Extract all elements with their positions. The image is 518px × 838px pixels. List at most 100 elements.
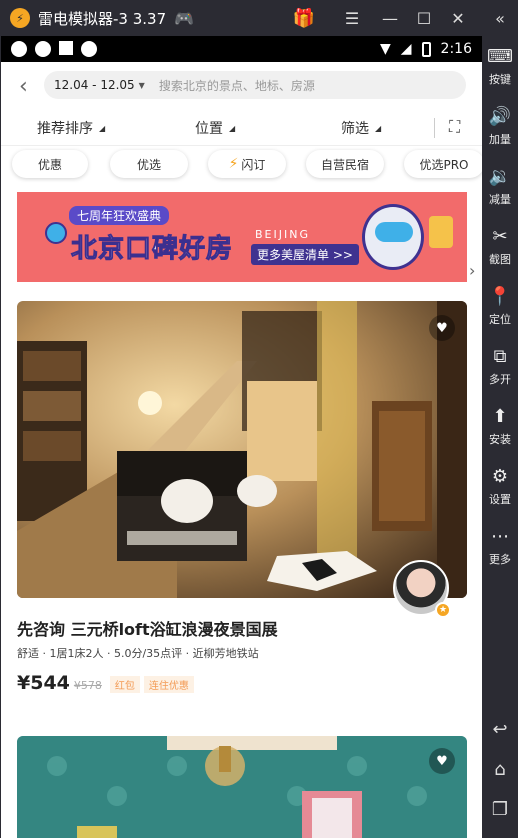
listing-title[interactable]: 先咨询 三元桥loft浴缸浪漫夜景国展	[17, 616, 278, 640]
listing-photo[interactable]: ♥	[17, 301, 467, 598]
notification-icon	[81, 41, 97, 57]
price-row: ¥544 ¥578 红包 连住优惠	[17, 672, 194, 694]
filter-dropdown[interactable]: 筛选 ◢	[341, 118, 381, 138]
home-nav-icon[interactable]: ⌂	[482, 751, 518, 787]
gear-icon: ⚙	[491, 465, 509, 487]
filter-bar: 推荐排序 ◢ 位置 ◢ 筛选 ◢ ⛶	[1, 110, 482, 146]
sidebar-location[interactable]: 📍 定位	[482, 276, 518, 336]
chip-discount[interactable]: 优惠	[12, 150, 88, 178]
status-time: 2:16	[440, 41, 472, 57]
chip-selected[interactable]: 优选	[110, 150, 188, 178]
emulator-titlebar: ⚡ 雷电模拟器-3 3.37 🎮 🎁 ☰ — ☐ ✕	[0, 0, 482, 36]
recent-apps-icon[interactable]: ❐	[482, 791, 518, 827]
search-header: ‹ 12.04 - 12.05 ▼ 搜索北京的景点、地标、房源	[1, 62, 482, 110]
listing-photo-2[interactable]: ♥	[17, 736, 467, 838]
triangle-icon: ◢	[99, 123, 106, 133]
collapse-sidebar-icon[interactable]: «	[482, 0, 518, 36]
emulator-sidebar: « ⌨ 按键 🔊 加量 🔉 减量 ✂ 截图 📍 定位 ⧉ 多开 ⬆ 安装 ⚙ 设…	[482, 0, 518, 838]
location-label: 位置	[195, 121, 223, 137]
listing-meta: 舒适 · 1居1床2人 · 5.0分/35点评 · 近柳芳地铁站	[17, 647, 259, 660]
volume-up-icon: 🔊	[488, 105, 512, 127]
battery-icon	[421, 41, 431, 57]
date-range[interactable]: 12.04 - 12.05	[54, 78, 135, 92]
cat-mascot-icon	[45, 222, 67, 244]
promo-banner[interactable]: 七周年狂欢盛典 北京口碑好房 BEIJING 更多美屋清单 >>	[17, 192, 467, 282]
filter-label: 筛选	[341, 121, 369, 137]
maximize-button[interactable]: ☐	[412, 6, 436, 30]
location-filter[interactable]: 位置 ◢	[195, 118, 235, 138]
sidebar-more[interactable]: ⋯ 更多	[482, 516, 518, 576]
sort-label: 推荐排序	[37, 121, 93, 137]
chip-flash-book[interactable]: ⚡ 闪订	[208, 150, 286, 178]
more-icon: ⋯	[491, 525, 509, 547]
sidebar-install[interactable]: ⬆ 安装	[482, 396, 518, 456]
sidebar-multi-instance[interactable]: ⧉ 多开	[482, 336, 518, 396]
fries-icon	[429, 216, 453, 248]
listing-old-price: ¥578	[73, 679, 102, 692]
close-button[interactable]: ✕	[446, 6, 470, 30]
banner-button[interactable]: 更多美屋清单 >>	[251, 244, 359, 265]
triangle-icon: ◢	[375, 123, 382, 133]
chip-label: 自营民宿	[320, 157, 369, 172]
sidebar-label: 按键	[489, 72, 511, 86]
gift-icon[interactable]: 🎁	[292, 6, 316, 30]
chip-selected-pro[interactable]: 优选PRO	[404, 150, 482, 178]
chip-label: 优选	[136, 157, 161, 172]
favorite-heart-icon[interactable]: ♥	[429, 748, 455, 774]
triangle-icon: ◢	[229, 123, 236, 133]
android-statusbar: ▼ ◢ 2:16	[1, 36, 482, 62]
volume-down-icon: 🔉	[488, 165, 512, 187]
sidebar-label: 设置	[489, 492, 511, 506]
room-photo-illustration-2	[17, 736, 467, 838]
minimize-button[interactable]: —	[378, 6, 402, 30]
favorite-heart-icon[interactable]: ♥	[429, 315, 455, 341]
sidebar-screenshot[interactable]: ✂ 截图	[482, 216, 518, 276]
sidebar-label: 减量	[489, 192, 511, 206]
phone-screen: ▼ ◢ 2:16 ‹ 12.04 - 12.05 ▼ 搜索北京的景点、地标、房源…	[0, 36, 482, 838]
sidebar-keyboard[interactable]: ⌨ 按键	[482, 36, 518, 96]
sidebar-settings[interactable]: ⚙ 设置	[482, 456, 518, 516]
verified-badge-icon: ★	[435, 602, 451, 618]
sidebar-label: 更多	[489, 552, 511, 566]
sidebar-volume-up[interactable]: 🔊 加量	[482, 96, 518, 156]
chevron-down-icon: ▼	[138, 80, 145, 90]
signal-icon: ◢	[400, 41, 412, 57]
emulator-logo: ⚡	[10, 8, 30, 28]
long-stay-discount-tag: 连住优惠	[143, 676, 194, 693]
chip-label: 闪订	[241, 157, 266, 172]
scissors-icon: ✂	[492, 225, 508, 247]
keyboard-icon: ⌨	[487, 45, 513, 67]
chevron-right-icon[interactable]: ›	[469, 261, 482, 289]
divider	[434, 118, 435, 138]
chip-self-operated[interactable]: 自营民宿	[306, 150, 384, 178]
quick-filter-chips: 优惠 优选 ⚡ 闪订 自营民宿 优选PRO	[1, 148, 482, 186]
emulator-title: 雷电模拟器-3 3.37	[38, 9, 167, 28]
sidebar-label: 多开	[489, 372, 511, 386]
red-packet-tag: 红包	[109, 676, 140, 693]
sort-filter[interactable]: 推荐排序 ◢	[37, 118, 105, 138]
multi-instance-icon: ⧉	[493, 345, 507, 367]
notification-icon	[11, 41, 27, 57]
room-photo-illustration	[17, 301, 467, 598]
banner-subtitle: 七周年狂欢盛典	[69, 206, 170, 225]
chip-label: 优惠	[37, 157, 62, 172]
notification-icon	[35, 41, 51, 57]
chip-label: 优选PRO	[419, 157, 469, 172]
mascot-visor	[375, 222, 413, 242]
gamepad-icon[interactable]: 🎮	[174, 9, 194, 28]
search-input[interactable]: 12.04 - 12.05 ▼ 搜索北京的景点、地标、房源	[44, 71, 466, 99]
map-icon[interactable]: ⛶	[449, 117, 460, 137]
sidebar-label: 定位	[489, 312, 511, 326]
menu-icon[interactable]: ☰	[340, 6, 364, 30]
sidebar-label: 截图	[489, 252, 511, 266]
notification-icon	[59, 41, 73, 55]
wifi-icon: ▼	[379, 41, 391, 57]
sidebar-volume-down[interactable]: 🔉 减量	[482, 156, 518, 216]
location-icon: 📍	[488, 285, 512, 307]
banner-city: BEIJING	[255, 228, 310, 241]
sidebar-label: 安装	[489, 432, 511, 446]
apk-install-icon: ⬆	[492, 405, 508, 427]
back-nav-icon[interactable]: ↩	[482, 711, 518, 747]
search-placeholder: 搜索北京的景点、地标、房源	[158, 78, 315, 93]
back-arrow-icon[interactable]: ‹	[19, 74, 28, 99]
